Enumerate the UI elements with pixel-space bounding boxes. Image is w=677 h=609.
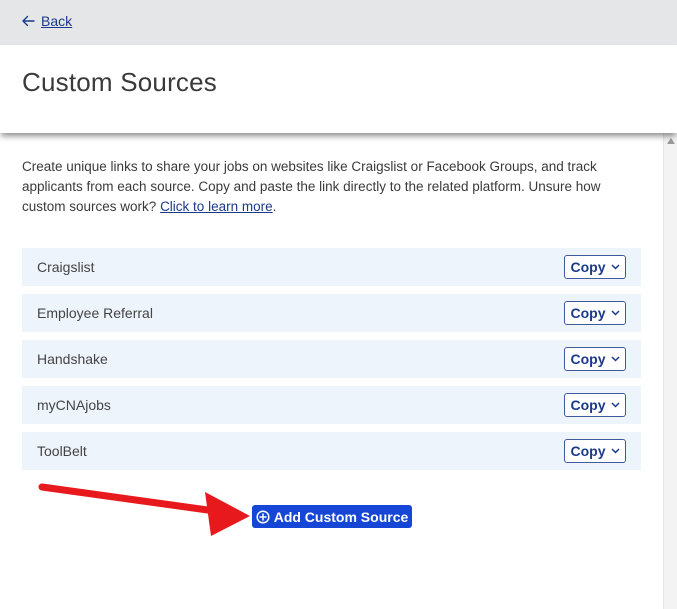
source-row-toolbelt: ToolBelt Copy	[22, 432, 641, 470]
copy-label: Copy	[570, 351, 606, 367]
source-name: ToolBelt	[37, 443, 87, 459]
copy-button-mycnajobs[interactable]: Copy	[564, 393, 626, 417]
add-custom-source-label: Add Custom Source	[273, 508, 409, 525]
chevron-down-icon	[610, 356, 620, 362]
chevron-down-icon	[610, 402, 620, 408]
source-name: myCNAjobs	[37, 397, 111, 413]
copy-label: Copy	[570, 443, 606, 459]
chevron-down-icon	[610, 264, 620, 270]
copy-button-employee-referral[interactable]: Copy	[564, 301, 626, 325]
description-trailing: .	[272, 199, 277, 214]
copy-button-craigslist[interactable]: Copy	[564, 255, 626, 279]
top-bar: Back	[0, 0, 677, 45]
back-link[interactable]: Back	[21, 13, 72, 29]
source-name: Craigslist	[37, 259, 95, 275]
scrollbar[interactable]	[663, 133, 677, 609]
arrow-left-icon	[22, 15, 35, 27]
page-header: Custom Sources	[0, 45, 677, 133]
back-label: Back	[41, 13, 73, 29]
chevron-down-icon	[610, 310, 620, 316]
copy-label: Copy	[570, 259, 606, 275]
source-row-craigslist: Craigslist Copy	[22, 248, 641, 286]
add-custom-source-button[interactable]: Add Custom Source	[252, 505, 412, 528]
page-description: Create unique links to share your jobs o…	[22, 157, 622, 217]
learn-more-link[interactable]: Click to learn more	[160, 199, 273, 214]
copy-label: Copy	[570, 397, 606, 413]
source-row-employee-referral: Employee Referral Copy	[22, 294, 641, 332]
scroll-up-icon[interactable]	[667, 138, 675, 144]
source-row-mycnajobs: myCNAjobs Copy	[22, 386, 641, 424]
page-title: Custom Sources	[22, 67, 217, 97]
description-text: Create unique links to share your jobs o…	[22, 159, 601, 214]
source-name: Handshake	[37, 351, 108, 367]
copy-label: Copy	[570, 305, 606, 321]
copy-button-handshake[interactable]: Copy	[564, 347, 626, 371]
chevron-down-icon	[610, 448, 620, 454]
source-name: Employee Referral	[37, 305, 153, 321]
copy-button-toolbelt[interactable]: Copy	[564, 439, 626, 463]
plus-circle-icon	[256, 509, 270, 524]
custom-source-list: Craigslist Copy Employee Referral Copy H…	[22, 248, 641, 478]
source-row-handshake: Handshake Copy	[22, 340, 641, 378]
